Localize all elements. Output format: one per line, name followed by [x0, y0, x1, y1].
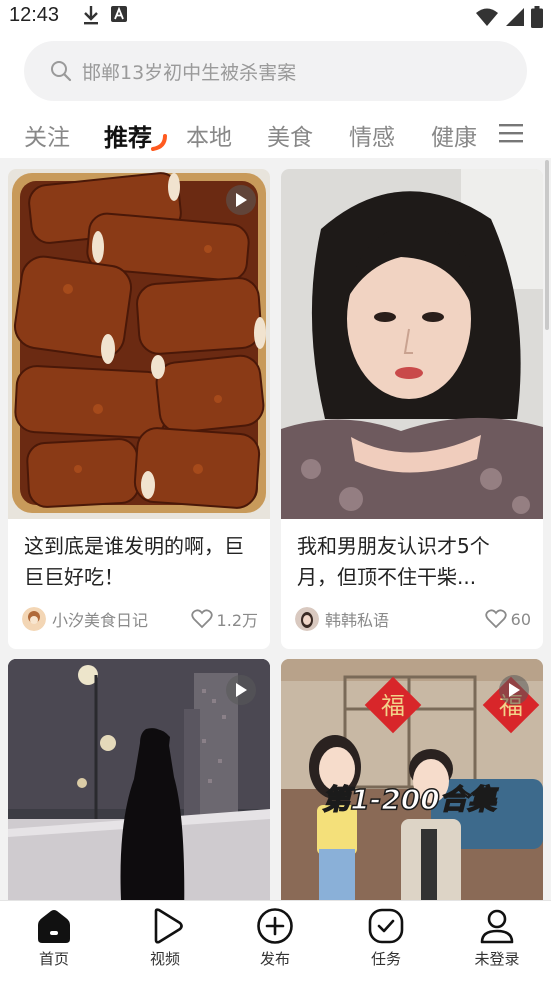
nav-video[interactable]: 视频: [125, 907, 205, 969]
status-left-icons: [82, 5, 128, 25]
video-badge: [226, 185, 256, 215]
avatar[interactable]: [22, 607, 46, 631]
play-icon: [154, 908, 183, 944]
card-meta: 韩韩私语 60: [295, 605, 531, 633]
nav-tasks[interactable]: 任务: [346, 907, 426, 969]
play-icon: [509, 683, 520, 697]
nav-publish[interactable]: 发布: [235, 907, 315, 969]
nav-home-label: 首页: [38, 950, 69, 968]
active-tab-indicator: [151, 134, 167, 151]
like-count: 60: [510, 609, 531, 629]
card-thumbnail-cartoon[interactable]: 福 福 第1-200合集: [281, 659, 543, 900]
signal-icon: [506, 8, 524, 26]
like-button[interactable]: 1.2万: [190, 607, 258, 631]
plus-circle-icon: [257, 908, 293, 944]
user-icon: [480, 909, 514, 944]
search-bar[interactable]: 邯郸13岁初中生被杀害案: [24, 41, 527, 101]
author-name[interactable]: 小汐美食日记: [52, 607, 191, 631]
feed-card[interactable]: [8, 659, 270, 900]
like-button[interactable]: 60: [484, 609, 531, 629]
menu-icon[interactable]: [498, 122, 524, 144]
tab-health[interactable]: 健康: [431, 118, 477, 152]
battery-icon: [531, 6, 543, 28]
food-image: [8, 169, 270, 519]
feed: 这到底是谁发明的啊，巨巨巨好吃！ 小汐美食日记 1.2万 我和男朋友认识才5个月…: [0, 158, 551, 900]
search-input[interactable]: 邯郸13岁初中生被杀害案: [82, 58, 296, 85]
nav-tasks-label: 任务: [370, 950, 401, 968]
video-badge: [226, 675, 256, 705]
card-title[interactable]: 我和男朋友认识才5个月，但顶不住干柴...: [297, 531, 529, 593]
tab-food[interactable]: 美食: [267, 118, 313, 152]
nav-profile-label: 未登录: [474, 950, 520, 968]
card-thumbnail-portrait[interactable]: [281, 169, 543, 519]
avatar[interactable]: [295, 607, 319, 631]
card-meta: 小汐美食日记 1.2万: [22, 605, 258, 633]
status-time: 12:43: [9, 4, 60, 26]
tab-recommend[interactable]: 推荐: [104, 118, 152, 153]
banner-left-text: 福: [381, 692, 405, 720]
card-thumbnail-night-street[interactable]: [8, 659, 270, 900]
category-tabs: 关注 推荐 本地 美食 情感 健康: [0, 114, 551, 158]
header: 邯郸13岁初中生被杀害案 关注 推荐 本地 美食 情感 健康: [0, 34, 551, 158]
status-right-icons: [475, 6, 543, 28]
play-icon: [236, 683, 247, 697]
nav-home[interactable]: 首页: [14, 907, 94, 969]
download-icon: [84, 6, 98, 25]
card-title[interactable]: 这到底是谁发明的啊，巨巨巨好吃！: [24, 531, 256, 593]
wifi-icon: [476, 8, 498, 26]
play-icon: [236, 193, 247, 207]
video-badge: [499, 675, 529, 705]
check-circle-icon: [368, 908, 404, 944]
tab-local[interactable]: 本地: [186, 118, 232, 152]
heart-icon: [190, 609, 213, 629]
feed-card[interactable]: 福 福 第1-200合集: [281, 659, 543, 900]
nav-publish-label: 发布: [259, 950, 290, 968]
status-bar: 12:43: [0, 0, 551, 34]
feed-card[interactable]: 这到底是谁发明的啊，巨巨巨好吃！ 小汐美食日记 1.2万: [8, 169, 270, 649]
heart-icon: [484, 609, 507, 629]
bottom-nav: 首页 视频 发布 任务 未登录: [0, 900, 551, 982]
series-title-overlay: 第1-200合集: [322, 783, 499, 816]
feed-card[interactable]: 我和男朋友认识才5个月，但顶不住干柴... 韩韩私语 60: [281, 169, 543, 649]
nav-video-label: 视频: [149, 950, 180, 968]
nav-profile[interactable]: 未登录: [457, 907, 537, 969]
tab-emotion[interactable]: 情感: [349, 118, 395, 152]
card-thumbnail-food[interactable]: [8, 169, 270, 519]
portrait-image: [281, 169, 543, 519]
tab-follow[interactable]: 关注: [24, 118, 70, 152]
scrollbar[interactable]: [545, 160, 549, 330]
search-icon: [51, 61, 72, 82]
author-name[interactable]: 韩韩私语: [325, 607, 485, 631]
like-count: 1.2万: [216, 611, 258, 630]
home-icon: [38, 910, 70, 943]
font-a-icon: [111, 6, 127, 22]
